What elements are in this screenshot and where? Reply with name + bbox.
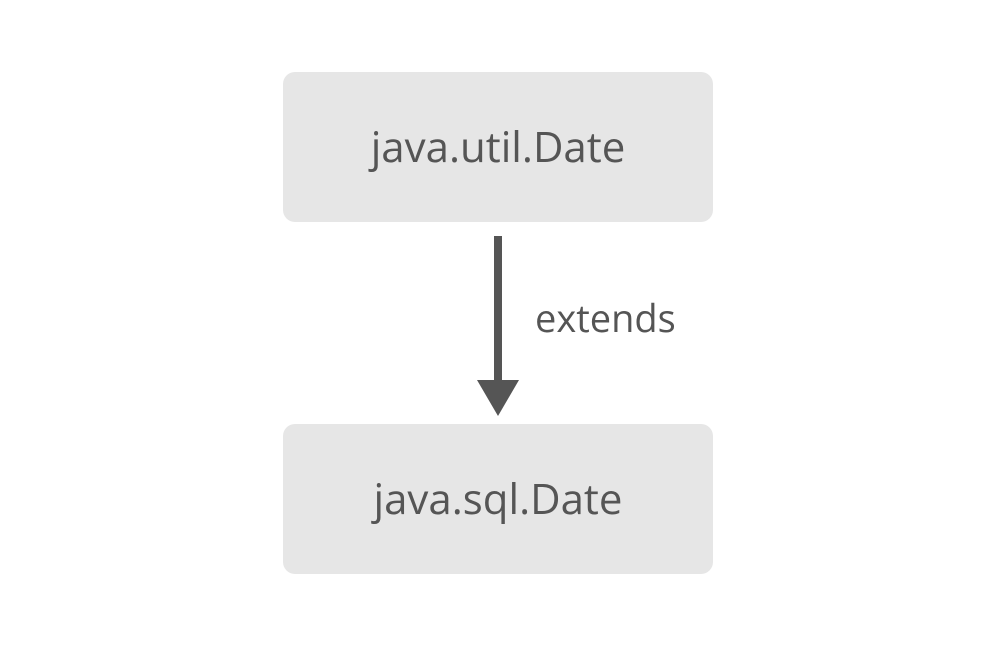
extends-arrow: [491, 222, 505, 424]
parent-class-label: java.util.Date: [371, 118, 626, 175]
arrow-line: [494, 236, 502, 386]
inheritance-diagram: java.util.Date extends java.sql.Date: [225, 54, 775, 594]
child-class-label: java.sql.Date: [373, 470, 622, 527]
edge-label: extends: [535, 292, 676, 344]
child-class-node: java.sql.Date: [283, 424, 713, 574]
arrow-head-icon: [477, 380, 519, 416]
parent-class-node: java.util.Date: [283, 72, 713, 222]
